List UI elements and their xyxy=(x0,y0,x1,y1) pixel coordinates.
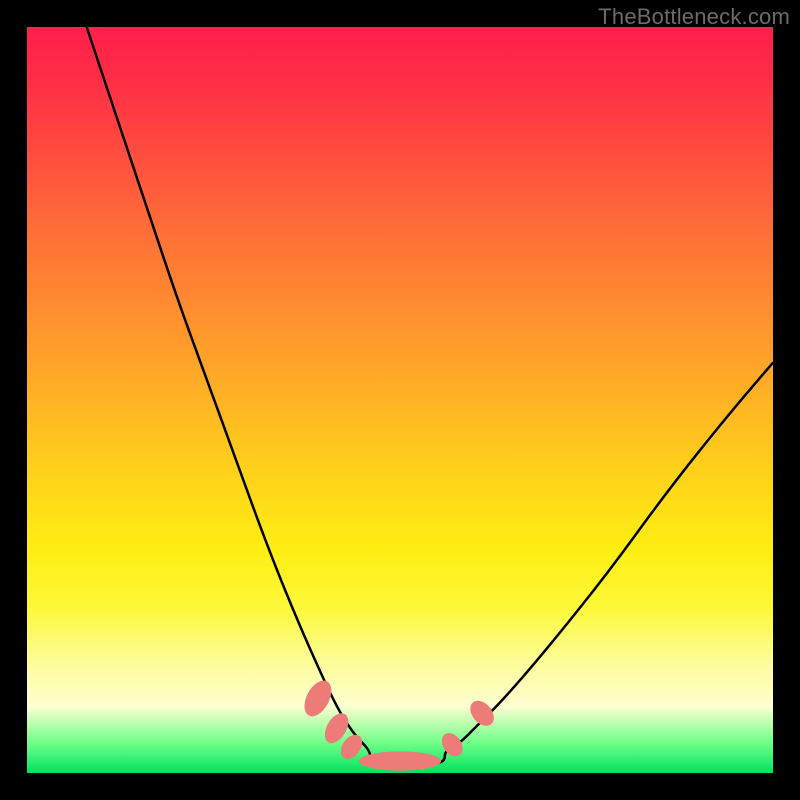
curve-marker xyxy=(438,729,467,760)
curve-marker xyxy=(299,676,337,721)
curve-marker xyxy=(466,696,499,730)
curve-svg xyxy=(27,27,773,773)
plot-area xyxy=(27,27,773,773)
watermark-text: TheBottleneck.com xyxy=(598,4,790,30)
curve-marker xyxy=(359,751,441,770)
chart-frame: TheBottleneck.com xyxy=(0,0,800,800)
bottleneck-curve xyxy=(87,27,773,764)
